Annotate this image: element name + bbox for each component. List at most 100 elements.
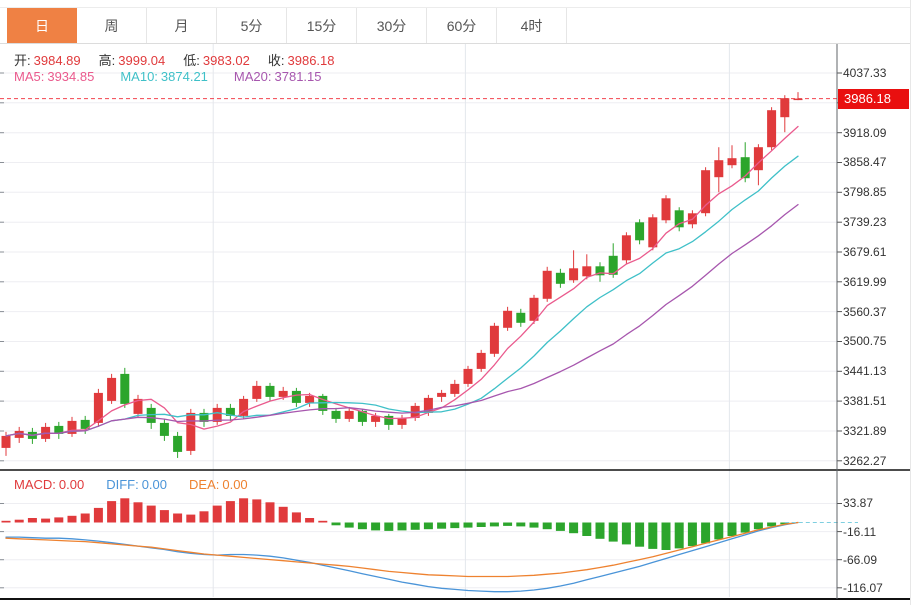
y-axis-tick-label: -16.11 <box>843 524 907 540</box>
macd-hist-bar <box>424 523 433 530</box>
candle-body <box>490 326 499 354</box>
candle-body <box>160 423 169 436</box>
macd-hist-bar <box>292 512 301 522</box>
stat-item: DIFF:0.00 <box>106 477 167 492</box>
y-axis-tick-label: 3619.99 <box>843 274 907 290</box>
candle-body <box>516 313 525 323</box>
macd-hist-bar <box>371 523 380 531</box>
candle-body <box>701 170 710 213</box>
stat-label: MACD: <box>14 477 56 492</box>
candle-body <box>332 411 341 419</box>
macd-hist-bar <box>305 518 314 523</box>
stat-label: MA5: <box>14 69 44 84</box>
ohlc-row: 开:3984.89高:3999.04低:3983.02收:3986.18 <box>14 50 353 69</box>
y-axis-tick-label: 3858.47 <box>843 154 907 170</box>
macd-hist-bar <box>464 523 473 528</box>
candle-body <box>780 98 789 117</box>
macd-hist-bar <box>54 517 63 522</box>
macd-hist-bar <box>688 523 697 547</box>
macd-hist-bar <box>384 523 393 531</box>
stat-value: 3874.21 <box>161 69 208 84</box>
stat-value: 0.00 <box>59 477 84 492</box>
stat-label: 高: <box>99 53 116 68</box>
macd-header-row: MACD:0.00DIFF:0.00DEA:0.00 <box>14 477 270 492</box>
macd-hist-bar <box>239 498 248 522</box>
stat-label: MA10: <box>120 69 158 84</box>
stat-value: 3934.85 <box>47 69 94 84</box>
stat-value: 3986.18 <box>288 53 335 68</box>
macd-hist-bar <box>516 523 525 527</box>
y-axis-tick-label: -116.07 <box>843 580 907 596</box>
macd-hist-bar <box>701 523 710 544</box>
y-axis-tick-label: 3560.37 <box>843 304 907 320</box>
stat-value: 3983.02 <box>203 53 250 68</box>
macd-hist-bar <box>714 523 723 540</box>
y-axis-tick-label: 3321.89 <box>843 423 907 439</box>
macd-hist-bar <box>569 523 578 534</box>
candle-body <box>794 99 803 101</box>
stat-item: MA10:3874.21 <box>120 69 208 84</box>
macd-hist-bar <box>279 507 288 523</box>
macd-hist-bar <box>173 514 182 523</box>
macd-hist-bar <box>728 523 737 537</box>
candle-body <box>279 391 288 397</box>
macd-hist-bar <box>266 502 275 522</box>
stat-item: DEA:0.00 <box>189 477 248 492</box>
stat-label: DEA: <box>189 477 219 492</box>
y-axis-tick-label: 3500.75 <box>843 333 907 349</box>
candle-body <box>266 386 275 397</box>
macd-hist-bar <box>437 523 446 529</box>
stat-item: 低:3983.02 <box>183 50 250 69</box>
macd-hist-bar <box>2 521 11 523</box>
macd-hist-bar <box>754 523 763 530</box>
macd-hist-bar <box>741 523 750 533</box>
candle-body <box>464 369 473 384</box>
candle-body <box>450 384 459 394</box>
candle-body <box>120 374 129 404</box>
macd-hist-bar <box>503 523 512 526</box>
y-axis-tick-label: 3918.09 <box>843 125 907 141</box>
candle-body <box>648 217 657 247</box>
macd-hist-bar <box>345 523 354 528</box>
macd-hist-bar <box>68 516 77 523</box>
y-axis-tick-label: -66.09 <box>843 552 907 568</box>
candle-body <box>107 378 116 401</box>
stat-item: 开:3984.89 <box>14 50 81 69</box>
stat-value: 0.00 <box>142 477 167 492</box>
y-axis-tick-label: 3679.61 <box>843 244 907 260</box>
candle-body <box>503 311 512 328</box>
stat-item: 收:3986.18 <box>268 50 335 69</box>
stat-value: 0.00 <box>222 477 247 492</box>
candle-body <box>728 158 737 165</box>
y-axis-tick-label: 3798.85 <box>843 184 907 200</box>
current-price-tag: 3986.18 <box>838 89 909 109</box>
stat-label: DIFF: <box>106 477 139 492</box>
macd-hist-bar <box>398 523 407 531</box>
stat-value: 3781.15 <box>275 69 322 84</box>
kline-chart-widget: 日周月5分15分30分60分4时 开:3984.89高:3999.04低:398… <box>0 0 911 605</box>
stat-item: MA20:3781.15 <box>234 69 322 84</box>
candle-body <box>714 160 723 177</box>
macd-hist-bar <box>530 523 539 528</box>
macd-hist-bar <box>200 511 209 522</box>
macd-hist-bar <box>411 523 420 530</box>
macd-hist-bar <box>107 501 116 522</box>
candle-body <box>252 386 261 399</box>
y-axis-tick-label: 3441.13 <box>843 363 907 379</box>
candle-body <box>741 157 750 178</box>
candle-body <box>345 411 354 419</box>
macd-hist-bar <box>662 523 671 551</box>
y-axis-tick-label: 3262.27 <box>843 453 907 469</box>
candle-body <box>622 235 631 260</box>
candle-body <box>543 271 552 299</box>
macd-hist-bar <box>556 523 565 531</box>
macd-hist-bar <box>213 506 222 523</box>
macd-hist-bar <box>609 523 618 542</box>
candle-body <box>437 393 446 397</box>
candle-body <box>767 110 776 147</box>
macd-hist-bar <box>648 523 657 549</box>
kline-chart-canvas[interactable] <box>0 0 911 605</box>
macd-hist-bar <box>318 521 327 523</box>
candle-body <box>556 273 565 284</box>
candle-body <box>292 391 301 403</box>
